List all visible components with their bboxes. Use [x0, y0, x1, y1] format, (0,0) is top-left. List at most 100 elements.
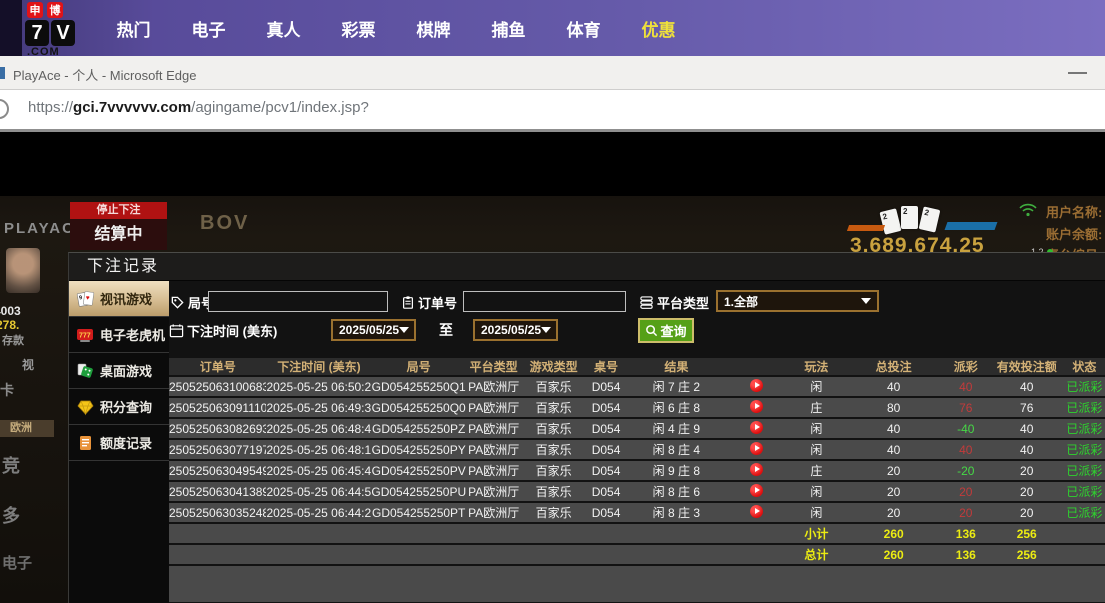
records-table: 订单号下注时间 (美东)局号平台类型游戏类型桌号结果玩法总投注派彩有效投注额状态…: [169, 356, 1105, 603]
record-cell: -20: [941, 461, 991, 480]
replay-button[interactable]: [750, 463, 763, 476]
nav-item-sports[interactable]: 体育: [546, 16, 621, 41]
slots-icon: 777: [76, 326, 95, 344]
total-row-cell: [521, 545, 586, 564]
round-number-input[interactable]: [208, 291, 388, 312]
nav-item-board[interactable]: 棋牌: [396, 16, 471, 41]
total-row: 总计260136256: [169, 545, 1105, 564]
column-header: 桌号: [586, 358, 626, 375]
record-cell: 40: [846, 419, 941, 438]
record-cell: 闲: [786, 377, 846, 396]
bg-fragment: 278.: [0, 318, 19, 332]
to-label: 至: [439, 320, 453, 340]
address-bar-divider: [0, 129, 1105, 132]
window-title: PlayAce - 个人 - Microsoft Edge: [13, 65, 197, 84]
record-cell: 百家乐: [521, 398, 586, 417]
sidebar-item-label: 额度记录: [100, 433, 152, 452]
record-cell: GD054255250PT: [371, 503, 466, 522]
date-from-select[interactable]: 2025/05/25: [331, 319, 416, 341]
record-cell: 2025-05-25 06:45:46: [266, 461, 371, 480]
record-cell: -40: [941, 419, 991, 438]
record-cell: 已派彩: [1063, 482, 1105, 501]
record-cell: 已派彩: [1063, 419, 1105, 438]
records-header-row: 订单号下注时间 (美东)局号平台类型游戏类型桌号结果玩法总投注派彩有效投注额状态: [169, 358, 1105, 375]
minimize-button[interactable]: [1068, 72, 1087, 74]
column-header: 订单号: [169, 358, 266, 375]
record-cell: 20: [846, 503, 941, 522]
record-cell: 40: [991, 419, 1063, 438]
chevron-down-icon: [861, 298, 871, 304]
record-cell: PA欧洲厅: [466, 440, 521, 459]
panel-sidebar: 9 ♥ 视讯游戏 777 电子老虎机: [69, 281, 169, 603]
record-cell: 闲 9 庄 8: [626, 461, 726, 480]
record-row: 2505250630911102025-05-25 06:49:32GD0542…: [169, 398, 1105, 417]
sidebar-item-table-games[interactable]: 桌面游戏: [69, 353, 169, 389]
bov-sign: BOV: [200, 212, 249, 235]
platform-type-select[interactable]: 1.全部: [716, 290, 879, 312]
column-header: [726, 358, 786, 375]
replay-button[interactable]: [750, 442, 763, 455]
replay-button[interactable]: [750, 421, 763, 434]
record-cell: 百家乐: [521, 461, 586, 480]
record-cell: 闲 4 庄 9: [626, 419, 726, 438]
column-header: 平台类型: [466, 358, 521, 375]
nav-item-promo[interactable]: 优惠: [621, 16, 696, 41]
subtotal-row-cell: [169, 524, 266, 543]
record-cell: 闲 8 庄 4: [626, 440, 726, 459]
address-bar[interactable]: https://gci.7vvvvvv.com/agingame/pcv1/in…: [0, 90, 1105, 129]
column-header: 游戏类型: [521, 358, 586, 375]
table-footer-spacer-cell: [169, 566, 1105, 602]
order-number-input[interactable]: [463, 291, 626, 312]
date-to-value: 2025/05/25: [481, 323, 541, 337]
sidebar-item-slot-machines[interactable]: 777 电子老虎机: [69, 317, 169, 353]
sidebar-item-credit-records[interactable]: 额度记录: [69, 425, 169, 461]
replay-button[interactable]: [750, 484, 763, 497]
date-to-select[interactable]: 2025/05/25: [473, 319, 558, 341]
record-cell: GD054255250PZ: [371, 419, 466, 438]
replay-button[interactable]: [750, 505, 763, 518]
record-cell: PA欧洲厅: [466, 377, 521, 396]
wifi-icon: [1018, 202, 1038, 222]
record-cell: D054: [586, 482, 626, 501]
record-cell: 250525063035248: [169, 503, 266, 522]
nav-item-live[interactable]: 真人: [246, 16, 321, 41]
record-cell: 40: [991, 377, 1063, 396]
nav-item-fishing[interactable]: 捕鱼: [471, 16, 546, 41]
sidebar-item-live-games[interactable]: 9 ♥ 视讯游戏: [69, 281, 169, 317]
balance-label: 账户余额:: [1046, 224, 1102, 243]
search-button[interactable]: 查询: [638, 318, 694, 343]
subtotal-row-cell: 小计: [786, 524, 846, 543]
nav-item-lottery[interactable]: 彩票: [321, 16, 396, 41]
cards-icon: 9 ♥: [76, 290, 95, 308]
nav-item-slots[interactable]: 电子: [171, 16, 246, 41]
subtotal-row-cell: [371, 524, 466, 543]
nav-item-hot[interactable]: 热门: [96, 16, 171, 41]
site-logo[interactable]: 申 博 7 V .COM: [25, 2, 87, 58]
record-cell: 百家乐: [521, 440, 586, 459]
total-row-cell: [626, 545, 726, 564]
dice-icon: [76, 362, 95, 380]
url-text[interactable]: https://gci.7vvvvvv.com/agingame/pcv1/in…: [28, 99, 369, 116]
record-cell: 250525063100683: [169, 377, 266, 396]
sidebar-item-label: 桌面游戏: [100, 361, 152, 380]
chevron-down-icon: [399, 327, 409, 333]
record-cell: GD054255250PY: [371, 440, 466, 459]
search-icon: [645, 324, 658, 337]
record-cell: 闲 7 庄 2: [626, 377, 726, 396]
sidebar-item-points-inquiry[interactable]: 积分查询: [69, 389, 169, 425]
bg-fragment: 竞: [2, 452, 20, 478]
replay-button[interactable]: [750, 379, 763, 392]
record-row: 2505250631006832025-05-25 06:50:24GD0542…: [169, 377, 1105, 396]
subtotal-row-cell: [521, 524, 586, 543]
record-cell: 20: [991, 503, 1063, 522]
banker-bar: [847, 225, 885, 231]
replay-cell: [726, 377, 786, 396]
reload-icon[interactable]: [0, 99, 9, 119]
bg-fragment: 电子: [2, 552, 32, 573]
total-row-cell: [586, 545, 626, 564]
record-cell: 250525063082693: [169, 419, 266, 438]
record-cell: 已派彩: [1063, 377, 1105, 396]
replay-button[interactable]: [750, 400, 763, 413]
record-cell: PA欧洲厅: [466, 419, 521, 438]
record-cell: PA欧洲厅: [466, 398, 521, 417]
